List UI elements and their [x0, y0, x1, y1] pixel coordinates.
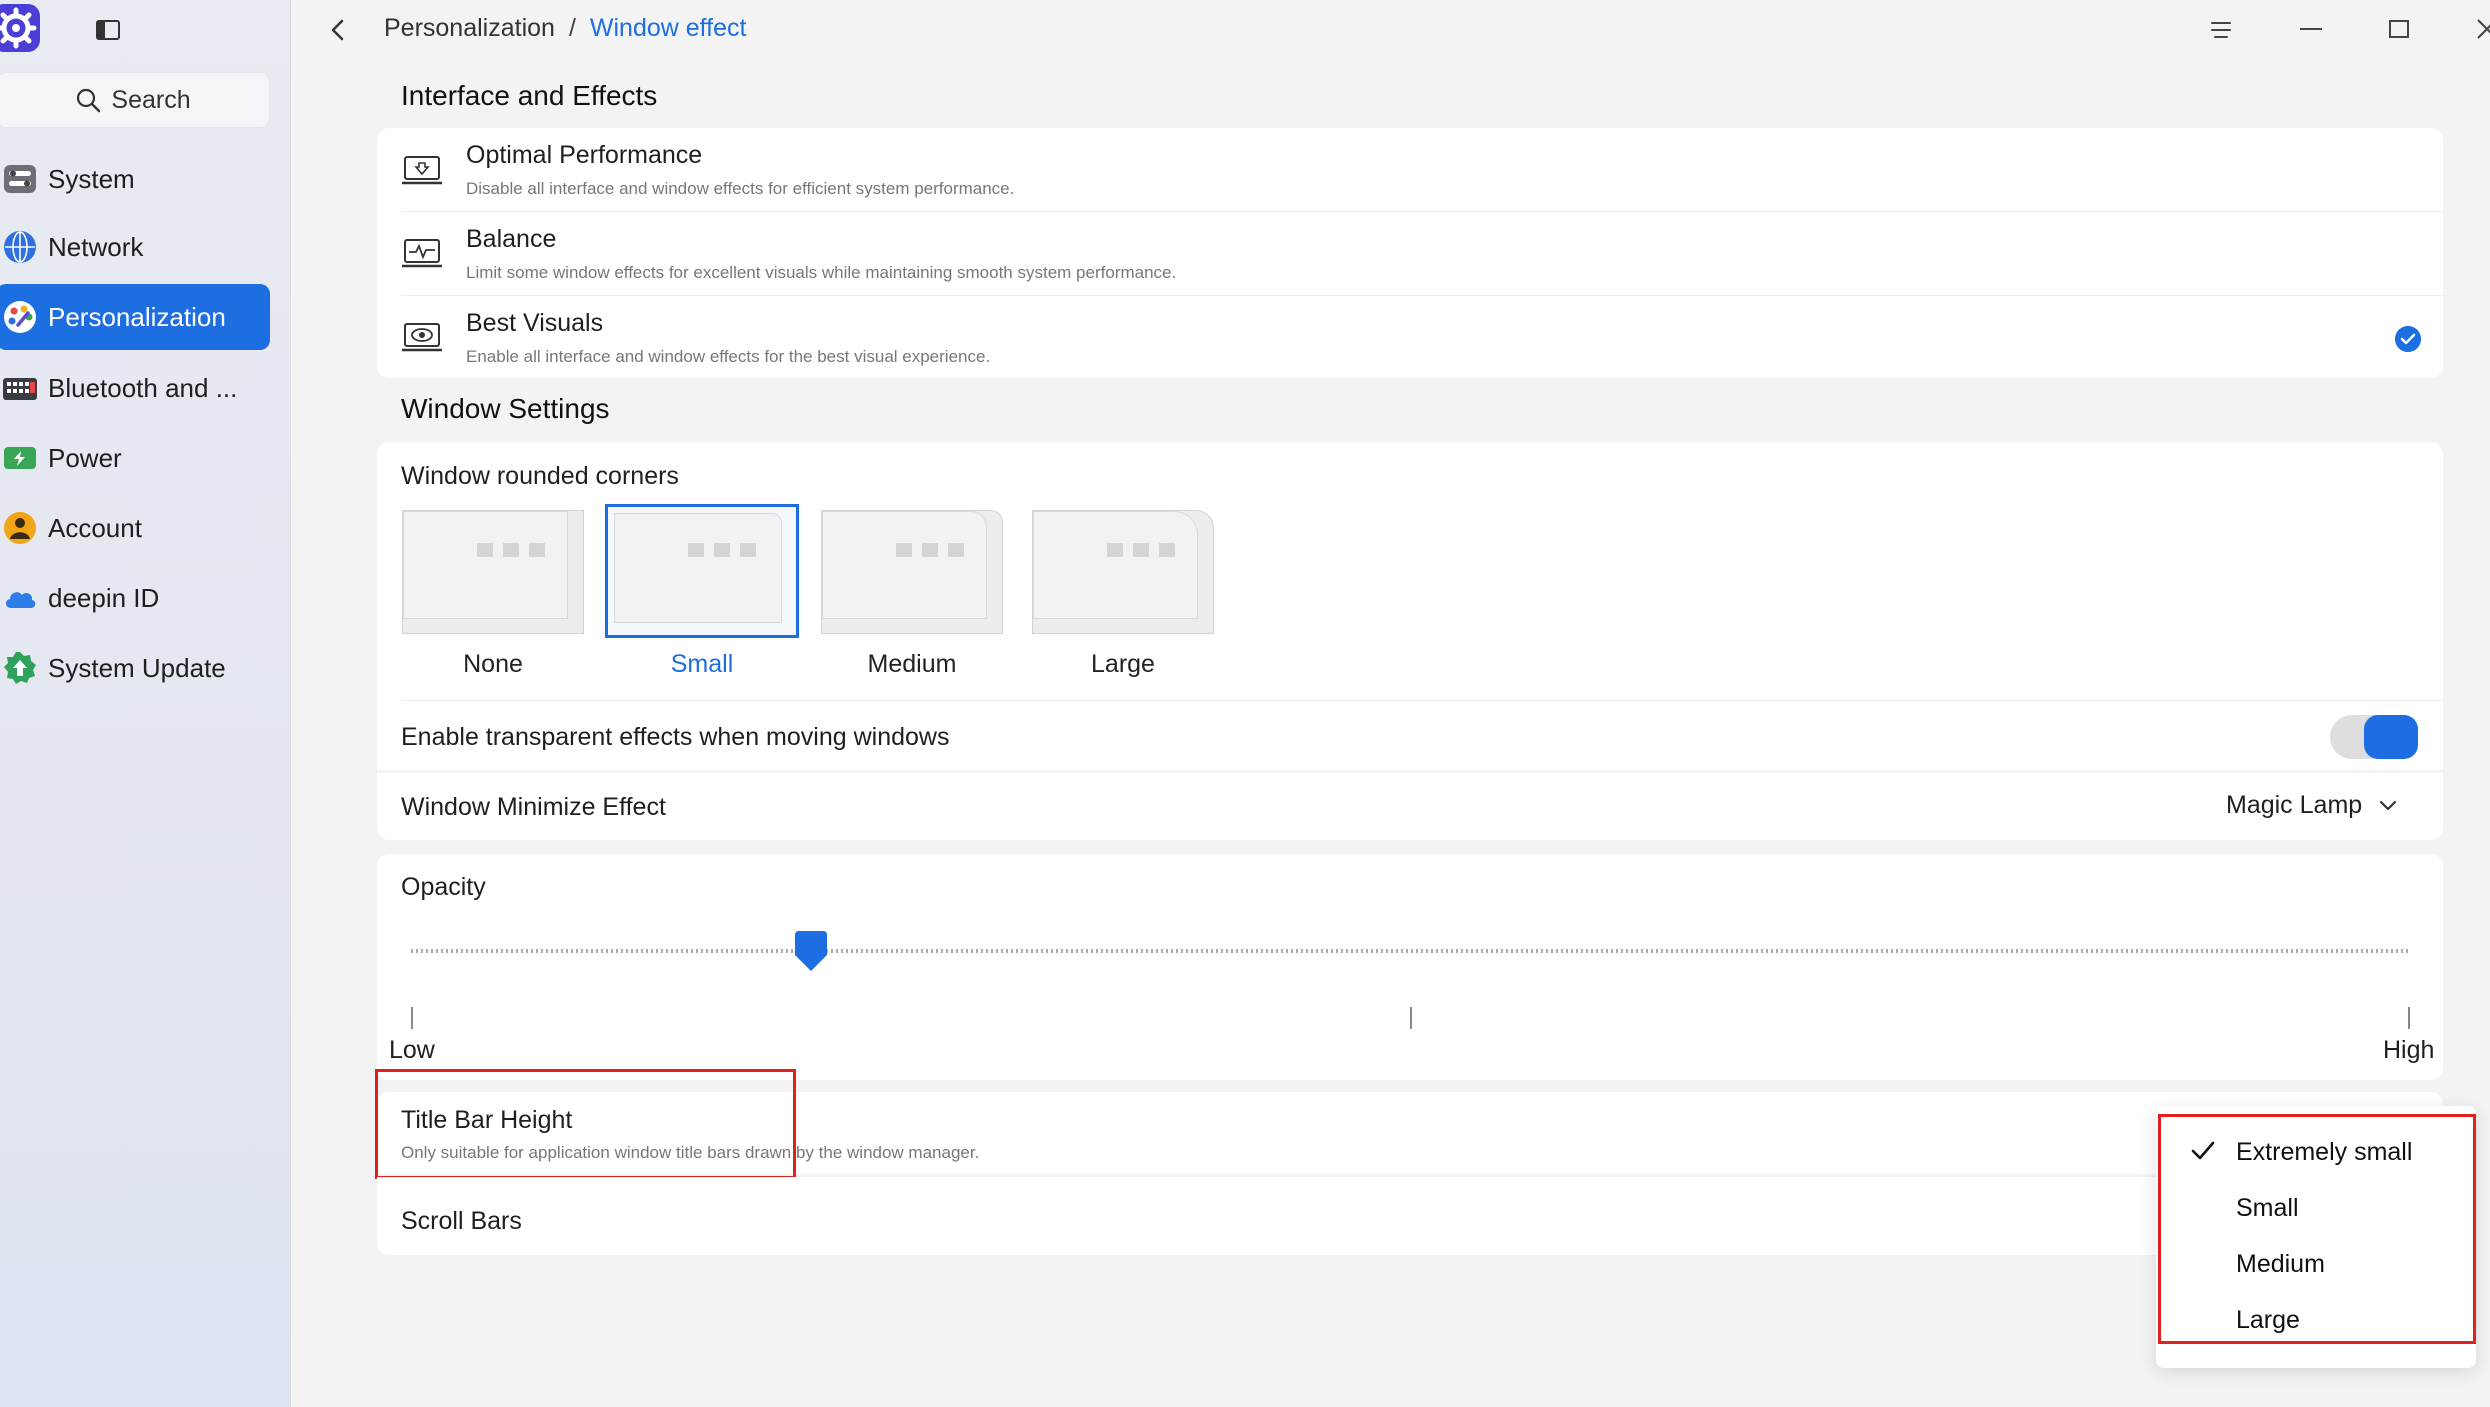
corner-option-large[interactable]: [1032, 510, 1214, 634]
minimize-effect-label: Window Minimize Effect: [401, 793, 666, 821]
sidebar-item-account[interactable]: Account: [0, 495, 270, 561]
breadcrumb-current: Window effect: [589, 14, 747, 42]
power-icon: [4, 447, 36, 469]
update-icon: [4, 652, 36, 684]
corner-label-small: Small: [670, 650, 734, 678]
effect-option-desc: Disable all interface and window effects…: [466, 179, 1015, 198]
corner-label-medium: Medium: [867, 650, 957, 678]
corner-label-none: None: [463, 650, 523, 678]
sidebar-item-label: Power: [48, 442, 122, 473]
sidebar-item-system-update[interactable]: System Update: [0, 635, 270, 701]
search-input[interactable]: Search: [0, 72, 270, 128]
search-icon: [77, 88, 101, 113]
sidebar-item-label: Account: [48, 512, 142, 543]
corner-option-none[interactable]: [402, 510, 584, 634]
transparent-effects-toggle[interactable]: [2330, 715, 2418, 759]
sidebar-item-label: Bluetooth and ...: [48, 372, 238, 403]
minimize-effect-value: Magic Lamp: [2226, 791, 2363, 819]
divider: [401, 211, 2443, 212]
bluetooth-icon: [3, 378, 37, 400]
slider-tick: [1410, 1007, 1412, 1029]
interface-effects-title: Interface and Effects: [401, 80, 658, 111]
maximize-icon[interactable]: [2384, 14, 2414, 44]
sidebar-item-label: deepin ID: [48, 582, 160, 613]
search-placeholder: Search: [111, 85, 191, 114]
opacity-label: Opacity: [401, 873, 486, 901]
menu-icon[interactable]: [2206, 14, 2236, 44]
sidebar-item-personalization[interactable]: Personalization: [0, 284, 270, 350]
chevron-down-icon: [2380, 800, 2397, 810]
sidebar-item-power[interactable]: Power: [0, 425, 270, 491]
sidebar-item-deepin-id[interactable]: deepin ID: [0, 565, 270, 631]
opacity-low-label: Low: [389, 1036, 435, 1064]
selected-check-icon: [2395, 326, 2421, 352]
opacity-high-label: High: [2383, 1036, 2435, 1064]
toggle-knob: [2364, 715, 2418, 759]
opacity-slider-handle[interactable]: [792, 929, 830, 975]
sidebar-item-label: System: [48, 163, 135, 194]
sidebar-item-label: Personalization: [48, 301, 226, 332]
sidebar-item-bluetooth[interactable]: Bluetooth and ...: [0, 355, 270, 421]
balance-monitor-icon: [402, 239, 442, 268]
sidebar: Search System Network Personalization Bl…: [0, 0, 291, 1407]
back-chevron-icon[interactable]: [328, 18, 348, 42]
slider-tick: [2408, 1007, 2410, 1029]
slider-tick: [411, 1007, 413, 1029]
effect-option-title: Balance: [466, 225, 557, 253]
highlight-box-title-bar: [375, 1069, 796, 1179]
row-gap: [377, 770, 2443, 773]
minimize-icon[interactable]: [2296, 14, 2326, 44]
window-settings-title: Window Settings: [401, 393, 610, 424]
effect-option-title: Best Visuals: [466, 309, 604, 337]
scroll-bars-label: Scroll Bars: [401, 1207, 522, 1235]
corner-label-large: Large: [1091, 650, 1155, 678]
corner-option-small[interactable]: [605, 504, 799, 638]
minimize-effect-select[interactable]: Magic Lamp: [2226, 791, 2398, 820]
network-icon: [4, 231, 36, 263]
sidebar-item-label: Network: [48, 231, 144, 262]
close-icon[interactable]: [2472, 14, 2490, 44]
effect-option-title: Optimal Performance: [466, 141, 703, 169]
personalization-icon: [4, 301, 36, 333]
breadcrumb-parent[interactable]: Personalization: [384, 14, 555, 42]
breadcrumb: Personalization / Window effect: [384, 14, 746, 43]
divider: [401, 700, 2443, 701]
effect-option-desc: Enable all interface and window effects …: [466, 347, 991, 366]
rounded-corners-label: Window rounded corners: [401, 462, 679, 490]
sidebar-item-system[interactable]: System: [0, 146, 270, 212]
opacity-slider-track[interactable]: [411, 949, 2410, 953]
account-icon: [4, 512, 36, 544]
cloud-icon: [5, 592, 36, 608]
visuals-monitor-icon: [402, 323, 442, 352]
breadcrumb-separator: /: [568, 14, 576, 42]
transparent-effects-label: Enable transparent effects when moving w…: [401, 723, 950, 751]
settings-app-icon: [0, 4, 40, 52]
sidebar-item-label: System Update: [48, 652, 226, 683]
sidebar-item-network[interactable]: Network: [0, 214, 270, 280]
performance-monitor-icon: [402, 156, 442, 185]
scroll-bars-card: [377, 1177, 2443, 1255]
sidebar-toggle-icon[interactable]: [96, 20, 120, 40]
effect-option-desc: Limit some window effects for excellent …: [466, 263, 1177, 282]
divider: [401, 295, 2443, 296]
system-icon: [4, 165, 36, 193]
opacity-card: [377, 854, 2443, 1080]
highlight-box-menu: [2158, 1114, 2476, 1344]
window-settings-card: [377, 442, 2443, 840]
corner-option-medium[interactable]: [821, 510, 1003, 634]
